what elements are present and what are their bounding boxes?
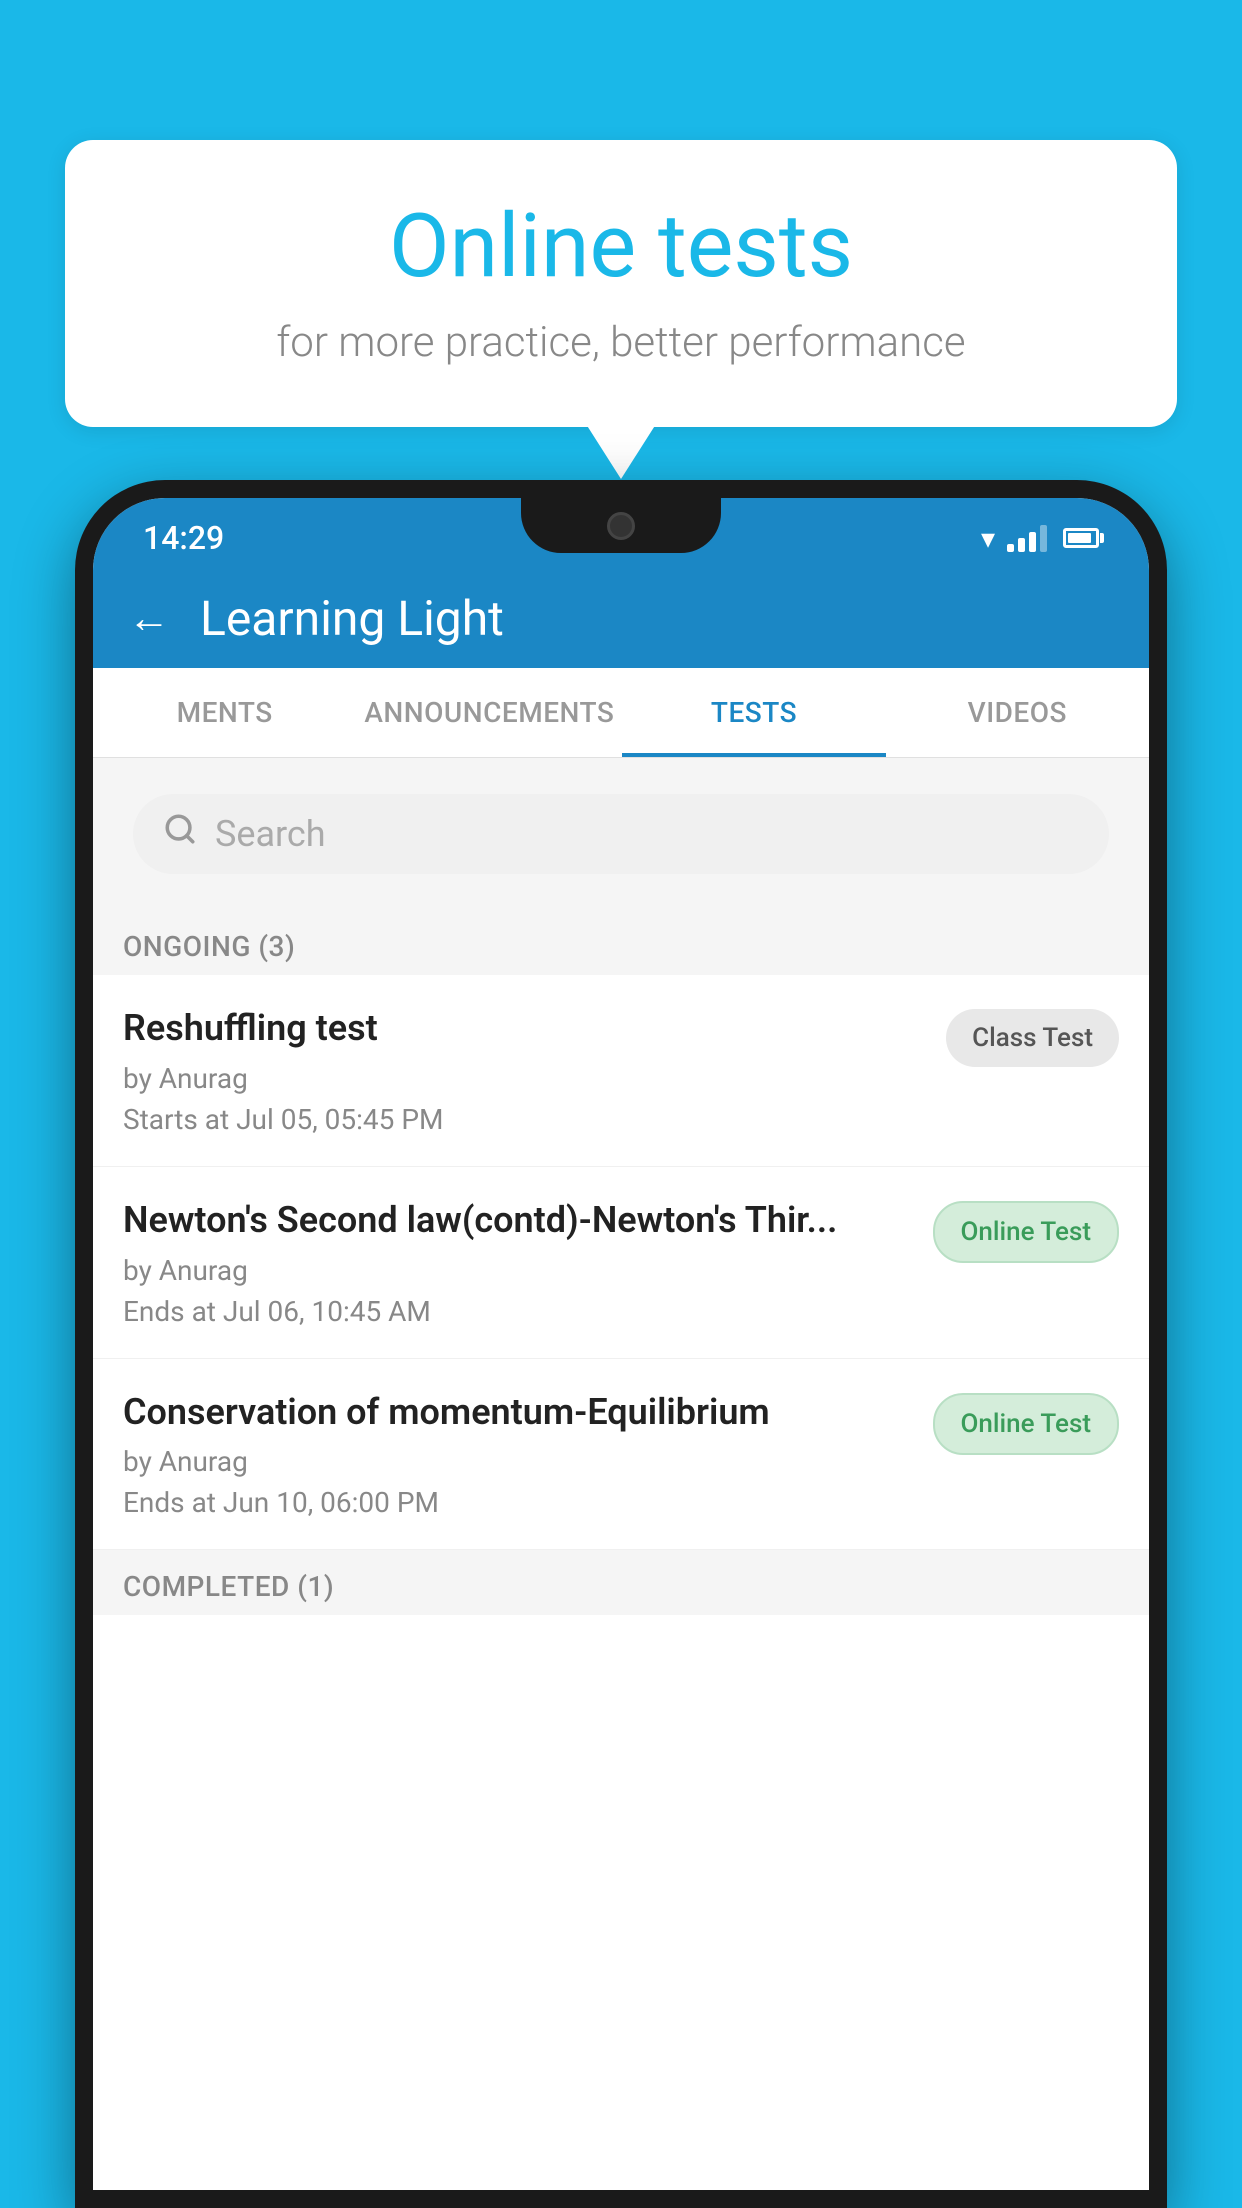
notch [521,498,721,553]
search-icon [163,812,197,856]
battery-fill [1068,533,1091,543]
signal-bars-icon [1007,524,1047,552]
test-badge-3: Online Test [933,1393,1120,1455]
test-info-3: Conservation of momentum-Equilibrium by … [123,1389,913,1520]
test-badge-2: Online Test [933,1201,1120,1263]
search-bar[interactable]: Search [133,794,1109,874]
test-title-2: Newton's Second law(contd)-Newton's Thir… [123,1197,913,1244]
test-list: Reshuffling test by Anurag Starts at Jul… [93,975,1149,1550]
tab-announcements[interactable]: ANNOUNCEMENTS [356,668,622,757]
bubble-subtitle: for more practice, better performance [125,318,1117,367]
tabs-container: MENTS ANNOUNCEMENTS TESTS VIDEOS [93,668,1149,758]
bar3 [1029,532,1036,552]
test-author-3: by Anurag [123,1445,913,1478]
test-time-3: Ends at Jun 10, 06:00 PM [123,1486,913,1519]
test-badge-1: Class Test [946,1009,1119,1067]
test-item-1[interactable]: Reshuffling test by Anurag Starts at Jul… [93,975,1149,1167]
search-area: Search [93,758,1149,910]
status-time: 14:29 [143,519,224,557]
speech-bubble: Online tests for more practice, better p… [65,140,1177,427]
ongoing-section-header: ONGOING (3) [93,910,1149,975]
test-author-1: by Anurag [123,1062,926,1095]
bar2 [1018,538,1025,552]
back-button[interactable]: ← [128,594,170,643]
tab-ments[interactable]: MENTS [93,668,356,757]
app-bar: ← Learning Light [93,568,1149,668]
test-time-2: Ends at Jul 06, 10:45 AM [123,1295,913,1328]
speech-bubble-container: Online tests for more practice, better p… [65,140,1177,427]
bar1 [1007,544,1014,552]
app-title: Learning Light [200,590,504,647]
battery-icon [1063,528,1099,548]
bar4 [1040,525,1047,552]
test-info-1: Reshuffling test by Anurag Starts at Jul… [123,1005,926,1136]
completed-section-header: COMPLETED (1) [93,1550,1149,1615]
phone-inner: 14:29 ▾ ← Learning Light MEN [93,498,1149,2190]
ongoing-section-bg: ONGOING (3) [93,910,1149,975]
test-title-1: Reshuffling test [123,1005,926,1052]
phone-frame: 14:29 ▾ ← Learning Light MEN [75,480,1167,2208]
camera [607,512,635,540]
tab-tests[interactable]: TESTS [622,668,885,757]
test-time-1: Starts at Jul 05, 05:45 PM [123,1103,926,1136]
test-item-3[interactable]: Conservation of momentum-Equilibrium by … [93,1359,1149,1551]
status-icons: ▾ [981,522,1099,555]
wifi-icon: ▾ [981,522,995,555]
test-title-3: Conservation of momentum-Equilibrium [123,1389,913,1436]
search-placeholder: Search [215,813,326,855]
bubble-title: Online tests [125,195,1117,298]
tab-videos[interactable]: VIDEOS [886,668,1149,757]
test-item-2[interactable]: Newton's Second law(contd)-Newton's Thir… [93,1167,1149,1359]
test-info-2: Newton's Second law(contd)-Newton's Thir… [123,1197,913,1328]
test-author-2: by Anurag [123,1254,913,1287]
